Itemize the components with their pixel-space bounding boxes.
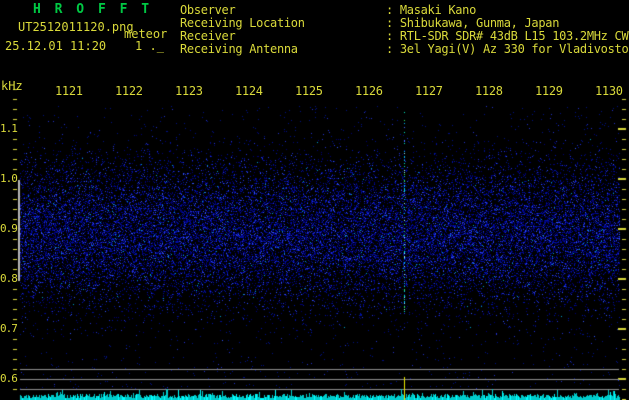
y-tick-1.0: 1.0 — [0, 172, 18, 185]
spectrogram-canvas — [0, 0, 629, 400]
receiver-info-block: Observer: Masaki Kano Receiving Location… — [180, 3, 629, 56]
x-tick-1127: 1127 — [415, 84, 443, 98]
y-tick-0.9: 0.9 — [0, 222, 18, 235]
x-tick-1122: 1122 — [115, 84, 143, 98]
x-tick-1129: 1129 — [535, 84, 563, 98]
y-tick-0.8: 0.8 — [0, 272, 18, 285]
info-row-location: Receiving Location: Shibukawa, Gunma, Ja… — [180, 16, 629, 30]
x-tick-1123: 1123 — [175, 84, 203, 98]
output-filename: UT2512011120.png — [18, 20, 134, 34]
info-row-antenna: Receiving Antenna: 3el Yagi(V) Az 330 fo… — [180, 42, 629, 56]
hrofft-screen: H R O F F T UT2512011120.png meteor 25.1… — [0, 0, 629, 400]
info-sep: : — [386, 16, 400, 30]
info-value: RTL-SDR SDR# 43dB L15 103.2MHz CW — [399, 29, 629, 43]
info-sep: : — [386, 3, 400, 17]
info-row-observer: Observer: Masaki Kano — [180, 3, 629, 17]
y-tick-0.7: 0.7 — [0, 322, 18, 335]
x-tick-1130: 1130 — [595, 84, 623, 98]
info-value: Shibukawa, Gunma, Japan — [399, 16, 560, 30]
x-tick-1126: 1126 — [355, 84, 383, 98]
x-tick-1124: 1124 — [235, 84, 263, 98]
info-label: Observer — [180, 3, 236, 17]
x-tick-1125: 1125 — [295, 84, 323, 98]
x-tick-1128: 1128 — [475, 84, 503, 98]
info-label: Receiver — [180, 29, 236, 43]
info-value: 3el Yagi(V) Az 330 for Vladivostok — [399, 42, 629, 56]
info-label: Receiving Location — [180, 16, 305, 30]
y-axis-unit: kHz — [1, 79, 23, 93]
info-sep: : — [386, 42, 400, 56]
y-tick-1.1: 1.1 — [0, 122, 18, 135]
info-sep: : — [386, 29, 400, 43]
y-tick-0.6: 0.6 — [0, 372, 18, 385]
info-label: Receiving Antenna — [180, 42, 298, 56]
datetime-counter: 25.12.01 11:20 1 ._ — [5, 39, 164, 53]
app-title: H R O F F T — [33, 2, 153, 17]
info-value: Masaki Kano — [399, 3, 477, 17]
info-row-receiver: Receiver: RTL-SDR SDR# 43dB L15 103.2MHz… — [180, 29, 629, 43]
x-tick-1121: 1121 — [55, 84, 83, 98]
